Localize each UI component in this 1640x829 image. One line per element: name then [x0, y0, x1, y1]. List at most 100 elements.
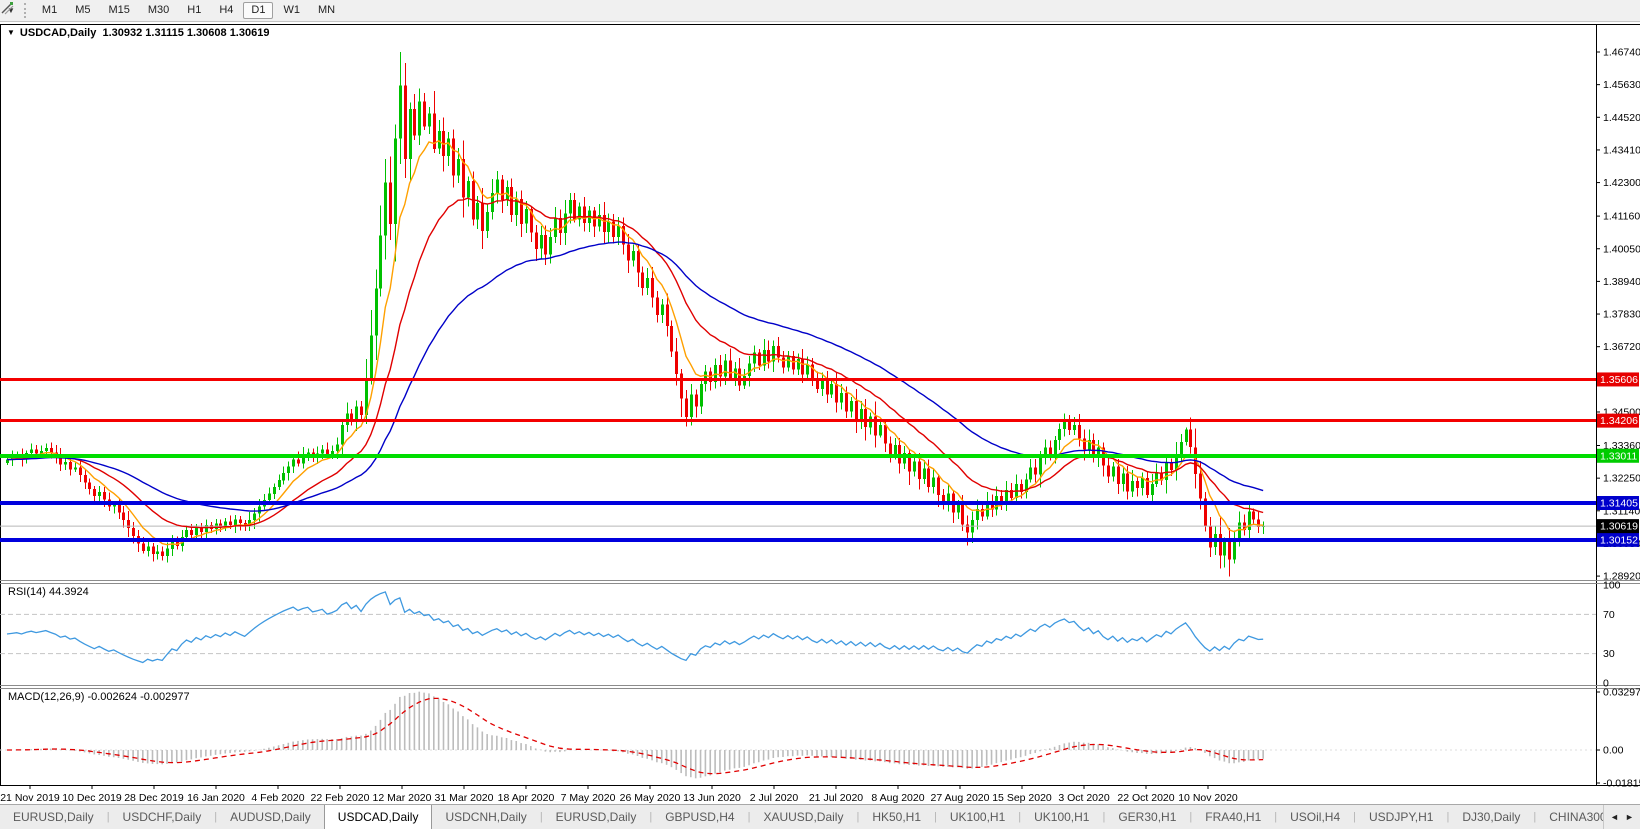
candle-body [438, 131, 441, 149]
timeframe-button-m15[interactable]: M15 [100, 2, 137, 19]
price-badge-label: 1.30619 [1600, 521, 1638, 533]
candle-body [423, 101, 426, 127]
chart-symbol-label: USDCAD,Daily [19, 27, 97, 39]
timeframe-button-m30[interactable]: M30 [140, 2, 177, 19]
candle-body [409, 109, 412, 160]
candle-body [1185, 429, 1188, 442]
candle-body [127, 520, 130, 529]
chart-tab-usdcnh-daily[interactable]: USDCNH,Daily [432, 805, 539, 829]
candle-body [1112, 466, 1115, 477]
candle-body [64, 462, 67, 465]
candle-body [884, 425, 887, 444]
candle-body [656, 297, 659, 315]
timeframe-button-m5[interactable]: M5 [67, 2, 98, 19]
candle-body [835, 384, 838, 403]
chart-window[interactable]: ▼ USDCAD,Daily 1.30932 1.31115 1.30608 1.… [0, 22, 1640, 804]
date-tick-label: 12 Mar 2020 [373, 792, 432, 804]
timeframe-button-m1[interactable]: M1 [34, 2, 65, 19]
candle-body [646, 278, 649, 288]
candle-body [544, 234, 547, 255]
chart-tab-eurusd-daily[interactable]: EURUSD,Daily [543, 805, 650, 829]
toolbar-grip[interactable] [23, 3, 26, 18]
candle-body [894, 444, 897, 455]
candle-body [792, 356, 795, 370]
candle-body [816, 379, 819, 389]
candle-body [913, 461, 916, 472]
candle-body [1141, 478, 1144, 488]
chart-tab-china300-h1[interactable]: CHINA300,H1 [1536, 805, 1603, 829]
candle-body [641, 272, 644, 288]
candle-body [384, 182, 387, 236]
candle-body [1131, 481, 1134, 492]
candle-body [496, 179, 499, 193]
date-tick-label: 7 May 2020 [561, 792, 616, 804]
chart-tab-fra40-h1[interactable]: FRA40,H1 [1192, 805, 1274, 829]
chart-title: ▼ USDCAD,Daily 1.30932 1.31115 1.30608 1.… [7, 27, 269, 39]
date-tick-label: 21 Jul 2020 [809, 792, 863, 804]
date-tick-label: 22 Oct 2020 [1117, 792, 1174, 804]
candle-body [569, 200, 572, 214]
candle-body [404, 85, 407, 159]
date-tick-label: 16 Jan 2020 [187, 792, 245, 804]
chart-tab-eurusd-daily[interactable]: EURUSD,Daily [0, 805, 107, 829]
timeframe-button-w1[interactable]: W1 [275, 2, 308, 19]
chart-tab-usdchf-daily[interactable]: USDCHF,Daily [110, 805, 215, 829]
chart-tab-audusd-daily[interactable]: AUDUSD,Daily [217, 805, 324, 829]
candle-body [889, 443, 892, 455]
candle-body [830, 384, 833, 395]
candle-body [525, 209, 528, 224]
candle-body [1252, 511, 1255, 520]
chart-tab-usdjpy-h1[interactable]: USDJPY,H1 [1356, 805, 1446, 829]
date-tick-label: 27 Aug 2020 [931, 792, 990, 804]
candle-body [966, 524, 969, 533]
timeframe-button-h1[interactable]: H1 [179, 2, 209, 19]
chart-tab-ger30-h1[interactable]: GER30,H1 [1105, 805, 1189, 829]
candle-body [229, 521, 232, 526]
chart-menu-triangle-icon[interactable]: ▼ [7, 28, 15, 37]
tab-scroll-left-icon[interactable]: ◄ [1610, 812, 1619, 822]
candle-body [50, 447, 53, 453]
chart-tab-usdcad-daily[interactable]: USDCAD,Daily [323, 805, 433, 829]
line-studies-icon [1, 2, 14, 15]
candle-body [103, 492, 106, 500]
chart-canvas[interactable]: 1.46740 1.45630 1.44520 1.43410 1.42300 1.411… [0, 22, 1640, 804]
chart-tab-uk100-h1[interactable]: UK100,H1 [937, 805, 1018, 829]
candle-body [927, 468, 930, 487]
candle-body [171, 541, 174, 549]
timeframe-button-h4[interactable]: H4 [211, 2, 241, 19]
candle-body [35, 449, 38, 454]
candle-body [685, 398, 688, 418]
chart-tab-uk100-h1[interactable]: UK100,H1 [1021, 805, 1102, 829]
price-tick-label: 1.36720 [1603, 341, 1640, 353]
chart-tab-hk50-h1[interactable]: HK50,H1 [859, 805, 934, 829]
chart-tab-gbpusd-h4[interactable]: GBPUSD,H4 [652, 805, 747, 829]
price-tick-label: 1.40050 [1603, 243, 1640, 255]
chart-tab-xauusd-daily[interactable]: XAUUSD,Daily [750, 805, 856, 829]
chart-tab-usoil-h4[interactable]: USOil,H4 [1277, 805, 1353, 829]
chart-tab-dj30-daily[interactable]: DJ30,Daily [1449, 805, 1533, 829]
macd-tick-label: 0.032972 [1603, 687, 1640, 699]
candle-body [88, 482, 91, 490]
price-tick-label: 1.32250 [1603, 473, 1640, 485]
candle-body [1151, 484, 1154, 495]
macd-tick-label: -0.018154 [1603, 778, 1640, 790]
candle-body [142, 543, 145, 551]
candle-body [1073, 425, 1076, 431]
date-tick-label: 31 Mar 2020 [435, 792, 494, 804]
candle-body [360, 406, 363, 415]
timeframe-button-d1[interactable]: D1 [243, 2, 274, 19]
candle-body [234, 519, 237, 526]
candle-body [845, 392, 848, 412]
price-badge-label: 1.34206 [1600, 415, 1638, 427]
date-tick-label: 10 Dec 2019 [62, 792, 122, 804]
macd-tick-label: 0.00 [1603, 745, 1624, 757]
candle-body [1058, 429, 1061, 440]
candle-body [879, 425, 882, 436]
candle-body [190, 530, 193, 535]
timeframe-button-mn[interactable]: MN [310, 2, 343, 19]
date-tick-label: 13 Jun 2020 [683, 792, 741, 804]
candle-body [1165, 462, 1168, 481]
line-studies-button[interactable]: ▼ [0, 2, 19, 15]
tab-scroll-right-icon[interactable]: ► [1625, 812, 1634, 822]
date-tick-label: 2 Jul 2020 [750, 792, 799, 804]
